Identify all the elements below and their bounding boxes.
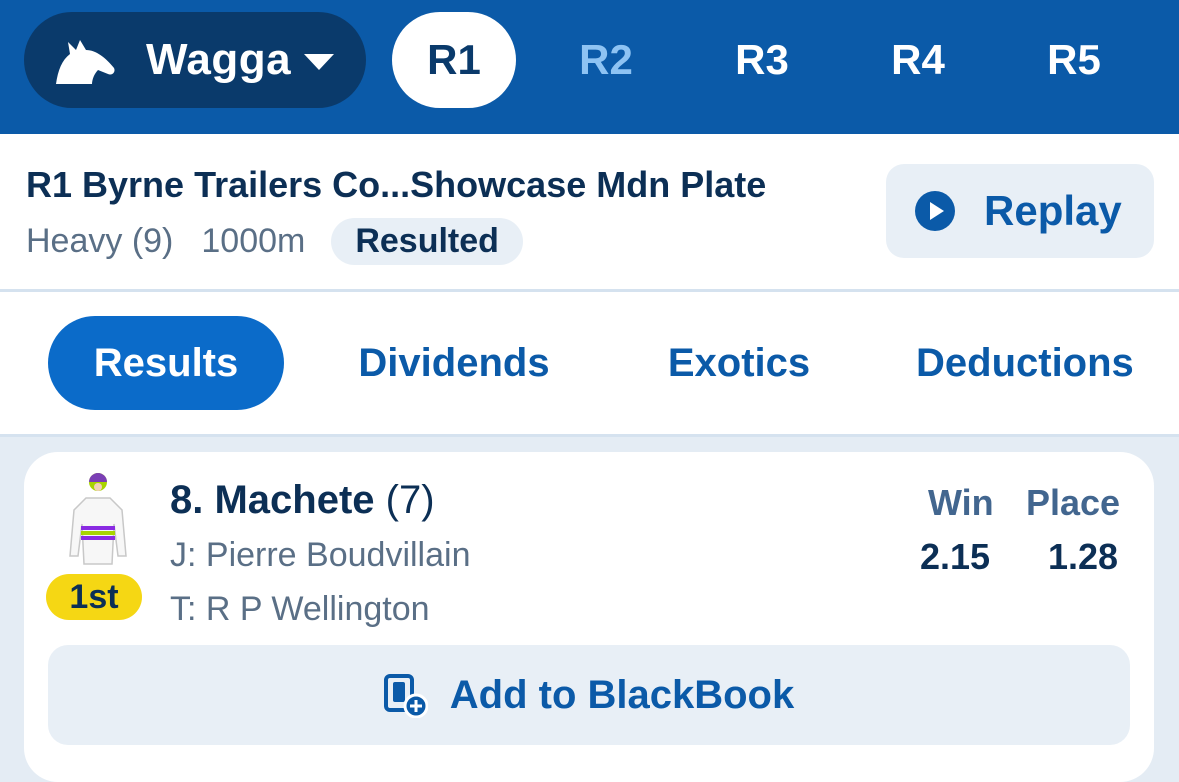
race-tab-r3[interactable]: R3: [704, 12, 820, 108]
place-dividend: 1.28: [1048, 536, 1119, 577]
venue-selector[interactable]: Wagga: [24, 12, 366, 108]
race-tab-r4[interactable]: R4: [860, 12, 976, 108]
win-label: Win: [928, 482, 994, 523]
blackbook-add-icon: [383, 674, 428, 718]
track-condition: Heavy (9): [26, 222, 174, 260]
result-card: 1st 8. Machete (7) J: Pierre Boudvillain…: [24, 452, 1154, 782]
status-badge: Resulted: [331, 218, 523, 265]
trainer-name: T: R P Wellington: [170, 590, 430, 628]
race-header-bar: Wagga R1 R2 R3 R4 R5: [0, 0, 1179, 134]
barrier-number: (7): [385, 478, 435, 522]
race-title: R1 Byrne Trailers Co...Showcase Mdn Plat…: [26, 164, 767, 205]
replay-button[interactable]: Replay: [886, 164, 1154, 258]
replay-label: Replay: [984, 187, 1122, 234]
win-dividend: 2.15: [920, 536, 991, 577]
race-tab-r2[interactable]: R2: [548, 12, 664, 108]
blackbook-label: Add to BlackBook: [449, 672, 795, 717]
race-tab-r1[interactable]: R1: [392, 12, 516, 108]
runner-name: 8. Machete: [170, 478, 375, 522]
tab-dividends[interactable]: Dividends: [326, 316, 582, 410]
place-badge: 1st: [46, 574, 142, 620]
tab-deductions[interactable]: Deductions: [900, 316, 1179, 410]
results-tab-bar: Results Dividends Exotics Deductions: [0, 292, 1179, 437]
play-icon: [915, 191, 955, 231]
jockey-name: J: Pierre Boudvillain: [170, 536, 471, 574]
venue-name: Wagga: [146, 35, 292, 84]
race-info-panel: R1 Byrne Trailers Co...Showcase Mdn Plat…: [0, 134, 1179, 292]
chevron-down-icon: [304, 54, 334, 70]
place-label: Place: [1026, 482, 1121, 523]
runner-name-line[interactable]: 8. Machete (7): [170, 478, 435, 523]
tab-results[interactable]: Results: [48, 316, 284, 410]
jockey-silks-icon: [69, 473, 127, 565]
race-meta: Heavy (9) 1000m Resulted: [26, 218, 523, 265]
add-to-blackbook-button[interactable]: Add to BlackBook: [48, 645, 1130, 745]
race-distance: 1000m: [201, 222, 306, 260]
horse-head-icon: [56, 40, 115, 84]
tab-exotics[interactable]: Exotics: [640, 316, 838, 410]
race-tab-r5[interactable]: R5: [1016, 12, 1132, 108]
